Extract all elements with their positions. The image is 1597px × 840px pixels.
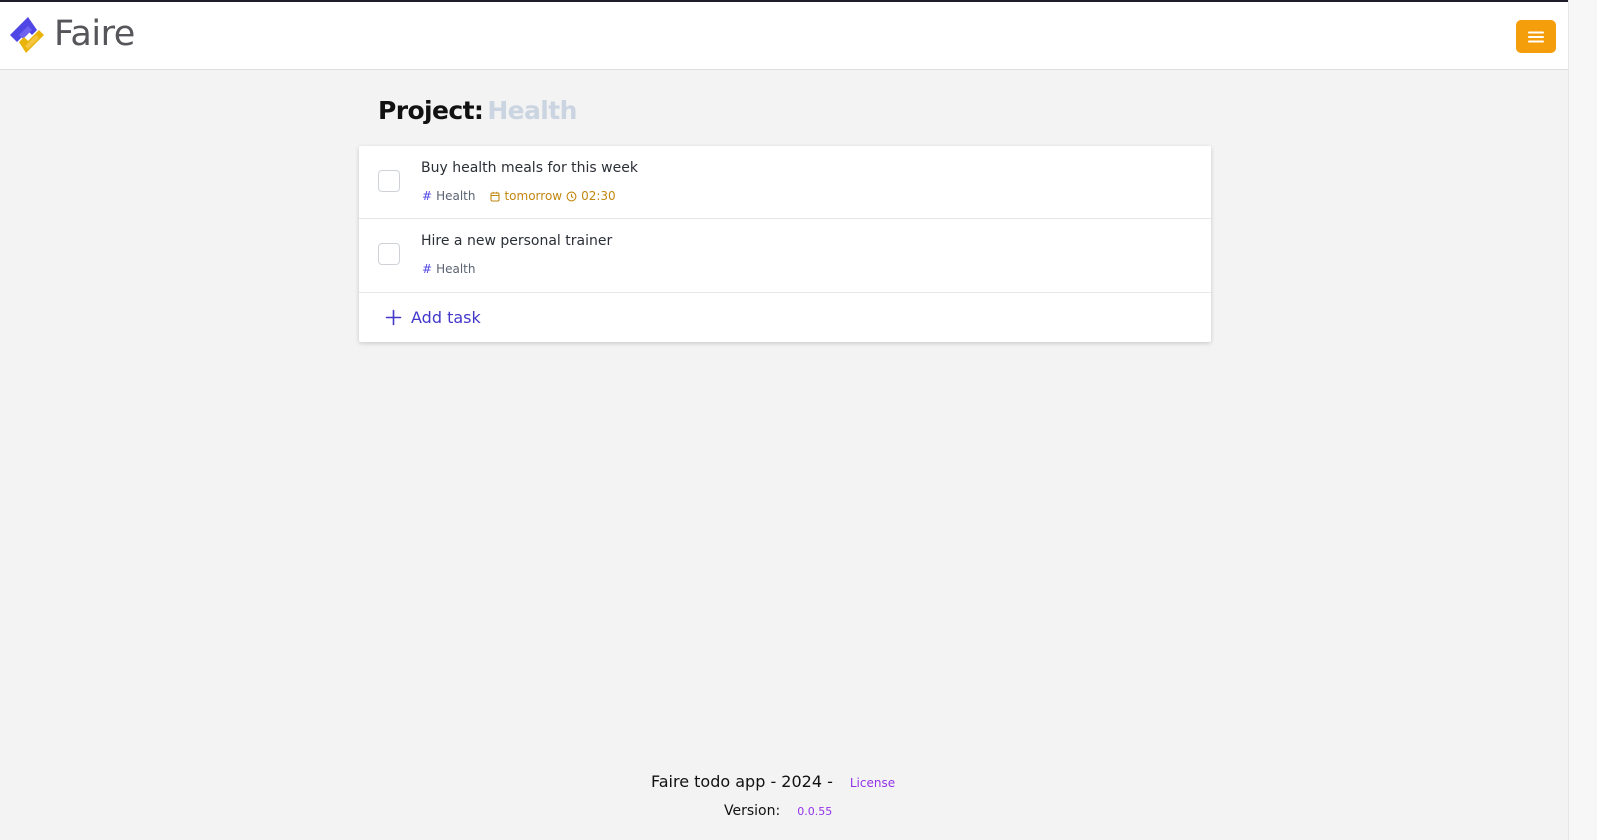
task-meta: # Health tomorrow 02:30: [422, 189, 616, 203]
project-heading: Project: Health: [378, 96, 577, 125]
top-navbar: Faire: [0, 0, 1568, 70]
task-tag-label: Health: [436, 189, 476, 203]
project-name: Health: [487, 96, 577, 125]
task-tag[interactable]: # Health: [422, 189, 475, 203]
task-title[interactable]: Buy health meals for this week: [421, 160, 638, 176]
scrollbar[interactable]: [1568, 0, 1597, 840]
faire-logo-icon: [10, 17, 44, 53]
task-meta: # Health: [422, 262, 475, 276]
footer-copyright: Faire todo app - 2024 - License: [651, 772, 895, 791]
task-list: Buy health meals for this week # Health …: [359, 146, 1211, 342]
hamburger-icon: [1528, 31, 1544, 42]
task-due-date: tomorrow: [504, 189, 563, 203]
menu-button[interactable]: [1516, 20, 1556, 53]
plus-icon: [385, 309, 402, 326]
add-task-button[interactable]: Add task: [359, 293, 1211, 342]
hash-icon: #: [422, 262, 433, 276]
task-tag-label: Health: [436, 262, 476, 276]
brand-name: Faire: [54, 13, 135, 54]
footer-text: Faire todo app - 2024 -: [651, 772, 833, 791]
project-label: Project:: [378, 96, 484, 125]
clock-icon: [566, 191, 577, 201]
task-due: tomorrow 02:30: [490, 189, 616, 203]
task-title[interactable]: Hire a new personal trainer: [421, 233, 612, 249]
brand[interactable]: Faire: [8, 14, 135, 56]
task-item[interactable]: Hire a new personal trainer # Health: [359, 219, 1211, 293]
calendar-icon: [490, 191, 501, 202]
app-viewport: Faire Project: Health Buy health meals fo…: [0, 0, 1568, 840]
version-label: Version:: [724, 803, 781, 819]
task-checkbox[interactable]: [378, 243, 400, 265]
task-checkbox[interactable]: [378, 170, 400, 192]
add-task-label: Add task: [411, 308, 481, 327]
footer-version: Version: 0.0.55: [724, 803, 832, 819]
task-tag[interactable]: # Health: [422, 262, 475, 276]
hash-icon: #: [422, 189, 433, 203]
task-due-time: 02:30: [581, 189, 616, 203]
license-link[interactable]: License: [850, 776, 895, 790]
task-item[interactable]: Buy health meals for this week # Health …: [359, 146, 1211, 219]
version-value: 0.0.55: [797, 805, 833, 818]
